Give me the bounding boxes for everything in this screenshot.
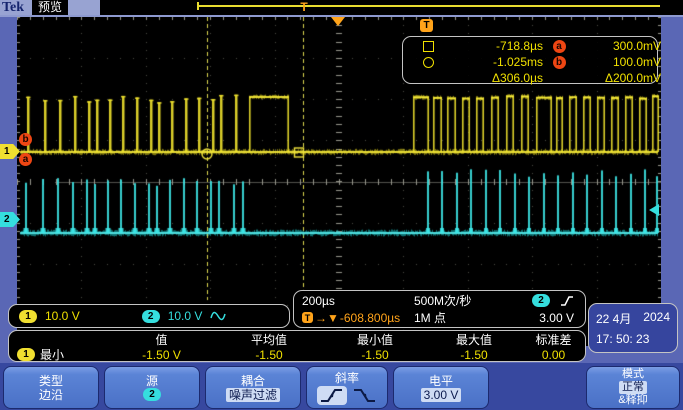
menu-source-badge: 2 [143, 388, 161, 401]
oscilloscope-screen: Tek 预览 T 1 b a 2 T -718.8µs a 300.0mV -1… [0, 0, 683, 410]
menu-button-slope[interactable]: 斜率 [306, 366, 388, 409]
horizontal-trigger-readout: 200µs 500M次/秒 2 T →▼ -608.800µs 1M 点 3.0… [293, 290, 586, 328]
cursor-b-marker[interactable]: b [19, 133, 32, 146]
cursor-square-time: -718.8µs [443, 39, 543, 53]
meas-stddev: 0.00 [522, 348, 585, 362]
channel2-badge[interactable]: 2 [142, 310, 160, 323]
time-value: 17: 50: 23 [596, 332, 670, 346]
channel1-marker-label: 1 [4, 146, 10, 157]
tek-logo: Tek [2, 0, 24, 15]
channel2-marker-label: 2 [4, 214, 10, 225]
top-status-bar: Tek 预览 T [0, 0, 683, 15]
circle-cursor-icon [423, 57, 434, 68]
rising-slope-icon [560, 295, 574, 307]
sample-rate: 500M次/秒 [414, 292, 532, 309]
datetime-box: 22 4月 2024 17: 50: 23 [588, 303, 678, 353]
menu-coupling-title: 耦合 [241, 374, 265, 388]
meas-type-label: 最小 [40, 346, 64, 363]
rising-edge-selected-icon [317, 386, 347, 405]
meas-row-label: 1 最小 [9, 346, 109, 363]
menu-mode-title: 模式 [622, 368, 644, 381]
trigger-position-icon [331, 17, 345, 26]
record-view-trigger-icon: T [298, 0, 310, 14]
cursor-delta-time: Δ306.0µs [443, 71, 543, 85]
meas-header-max: 最大值 [426, 331, 522, 348]
record-view-start-tick [197, 2, 199, 10]
meas-min: -1.50 [324, 348, 426, 362]
cursor-a-value: 300.0mV [575, 39, 661, 53]
date-value: 22 4月 [596, 310, 631, 327]
menu-type-title: 类型 [39, 374, 63, 388]
record-length: 1M 点 [414, 309, 532, 326]
acquisition-status-label: 预览 [32, 0, 68, 15]
cursor-b-badge: b [553, 56, 566, 69]
cursor-readout-box: -718.8µs a 300.0mV -1.025ms b 100.0mV Δ3… [402, 36, 658, 84]
measurement-bar: 值 平均值 最小值 最大值 标准差 1 最小 -1.50 V -1.50 -1.… [8, 330, 586, 362]
square-cursor-icon [423, 41, 434, 52]
channel1-scale: 10.0 V [45, 309, 80, 323]
trigger-level-value: 3.00 V [532, 311, 578, 325]
year-value: 2024 [643, 310, 670, 327]
trigger-t-icon: T [420, 19, 433, 32]
delay-value: -608.800µs [340, 311, 400, 325]
meas-header-min: 最小值 [324, 331, 426, 348]
menu-source-title: 源 [146, 374, 158, 388]
meas-value: -1.50 V [109, 348, 214, 362]
menu-button-mode[interactable]: 模式 正常 &释抑 [586, 366, 680, 409]
channel2-scale: 10.0 V [168, 309, 203, 323]
menu-slope-title: 斜率 [335, 371, 359, 385]
delay-arrows-icon: →▼ [315, 311, 339, 325]
meas-max: -1.50 [426, 348, 522, 362]
menu-button-source[interactable]: 源 2 [104, 366, 200, 409]
cursor-circle-time: -1.025ms [443, 55, 543, 69]
cursor-a-marker[interactable]: a [19, 153, 32, 166]
menu-coupling-value: 噪声过滤 [226, 388, 280, 402]
menu-level-value: 3.00 V [421, 388, 462, 402]
channel1-badge[interactable]: 1 [19, 310, 37, 323]
menu-type-value: 边沿 [39, 388, 63, 402]
menu-level-title: 电平 [429, 374, 453, 388]
cursor-a-label: a [23, 153, 29, 166]
menu-button-coupling[interactable]: 耦合 噪声过滤 [205, 366, 301, 409]
meas-header-mean: 平均值 [214, 331, 324, 348]
menu-button-type[interactable]: 类型 边沿 [3, 366, 99, 409]
meas-mean: -1.50 [214, 348, 324, 362]
meas-header-value: 值 [109, 331, 214, 348]
timebase-value: 200µs [302, 294, 414, 308]
cursor-b-value: 100.0mV [575, 55, 661, 69]
trigger-level-arrow-icon [649, 204, 659, 216]
meas-header-stddev: 标准差 [522, 331, 585, 348]
sine-coupling-icon [210, 310, 226, 322]
menu-mode-value: 正常 [619, 381, 647, 394]
channel-readout-bar: 1 10.0 V 2 10.0 V [8, 304, 290, 328]
cursor-b-label: b [22, 133, 28, 146]
meas-channel-badge: 1 [17, 348, 35, 361]
trigger-source-badge: 2 [532, 294, 550, 307]
cursor-a-badge: a [553, 40, 566, 53]
delay-t-icon: T [302, 312, 313, 323]
menu-strip: 类型 边沿 源 2 耦合 噪声过滤 斜率 [0, 363, 683, 410]
falling-edge-icon [353, 387, 377, 404]
menu-mode-value2: &释抑 [618, 394, 647, 407]
cursor-delta-value: Δ200.0mV [575, 71, 661, 85]
menu-button-level[interactable]: 电平 3.00 V [393, 366, 489, 409]
record-view-line [197, 5, 660, 7]
